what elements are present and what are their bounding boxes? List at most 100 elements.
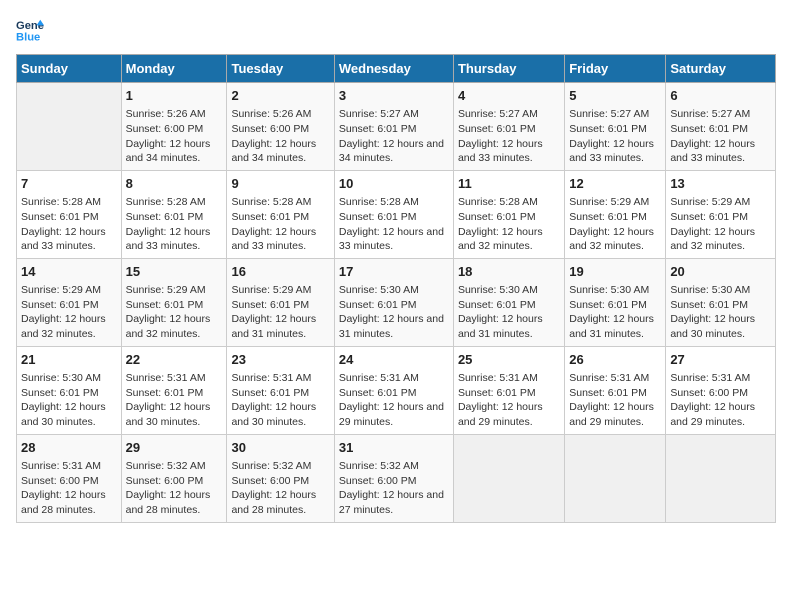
day-number: 21 bbox=[21, 351, 117, 369]
calendar-cell: 27 Sunrise: 5:31 AMSunset: 6:00 PMDayligh… bbox=[666, 346, 776, 434]
day-number: 4 bbox=[458, 87, 560, 105]
day-number: 6 bbox=[670, 87, 771, 105]
cell-info: Sunrise: 5:29 AMSunset: 6:01 PMDaylight:… bbox=[569, 195, 661, 254]
cell-info: Sunrise: 5:30 AMSunset: 6:01 PMDaylight:… bbox=[458, 283, 560, 342]
calendar-cell: 1 Sunrise: 5:26 AMSunset: 6:00 PMDaylight… bbox=[121, 83, 227, 171]
header-row: SundayMondayTuesdayWednesdayThursdayFrid… bbox=[17, 55, 776, 83]
day-number: 12 bbox=[569, 175, 661, 193]
cell-info: Sunrise: 5:30 AMSunset: 6:01 PMDaylight:… bbox=[569, 283, 661, 342]
calendar-cell: 24 Sunrise: 5:31 AMSunset: 6:01 PMDayligh… bbox=[334, 346, 453, 434]
day-number: 22 bbox=[126, 351, 223, 369]
cell-info: Sunrise: 5:31 AMSunset: 6:01 PMDaylight:… bbox=[339, 371, 449, 430]
logo-icon: General Blue bbox=[16, 16, 44, 44]
calendar-cell: 19 Sunrise: 5:30 AMSunset: 6:01 PMDayligh… bbox=[565, 258, 666, 346]
day-number: 18 bbox=[458, 263, 560, 281]
cell-info: Sunrise: 5:29 AMSunset: 6:01 PMDaylight:… bbox=[21, 283, 117, 342]
calendar-cell: 11 Sunrise: 5:28 AMSunset: 6:01 PMDayligh… bbox=[453, 170, 564, 258]
cell-info: Sunrise: 5:31 AMSunset: 6:01 PMDaylight:… bbox=[569, 371, 661, 430]
cell-info: Sunrise: 5:28 AMSunset: 6:01 PMDaylight:… bbox=[458, 195, 560, 254]
week-row-3: 14Sunrise: 5:29 AMSunset: 6:01 PMDayligh… bbox=[17, 258, 776, 346]
cell-info: Sunrise: 5:32 AMSunset: 6:00 PMDaylight:… bbox=[231, 459, 329, 518]
cell-info: Sunrise: 5:31 AMSunset: 6:01 PMDaylight:… bbox=[231, 371, 329, 430]
cell-info: Sunrise: 5:28 AMSunset: 6:01 PMDaylight:… bbox=[21, 195, 117, 254]
calendar-cell: 5 Sunrise: 5:27 AMSunset: 6:01 PMDaylight… bbox=[565, 83, 666, 171]
calendar-cell: 13Sunrise: 5:29 AMSunset: 6:01 PMDayligh… bbox=[666, 170, 776, 258]
day-number: 2 bbox=[231, 87, 329, 105]
day-number: 1 bbox=[126, 87, 223, 105]
day-number: 27 bbox=[670, 351, 771, 369]
calendar-cell: 14Sunrise: 5:29 AMSunset: 6:01 PMDayligh… bbox=[17, 258, 122, 346]
col-header-sunday: Sunday bbox=[17, 55, 122, 83]
day-number: 3 bbox=[339, 87, 449, 105]
calendar-cell bbox=[17, 83, 122, 171]
day-number: 7 bbox=[21, 175, 117, 193]
cell-info: Sunrise: 5:31 AMSunset: 6:01 PMDaylight:… bbox=[126, 371, 223, 430]
cell-info: Sunrise: 5:29 AMSunset: 6:01 PMDaylight:… bbox=[670, 195, 771, 254]
cell-info: Sunrise: 5:31 AMSunset: 6:00 PMDaylight:… bbox=[670, 371, 771, 430]
day-number: 16 bbox=[231, 263, 329, 281]
calendar-cell: 2Sunrise: 5:26 AMSunset: 6:00 PMDaylight… bbox=[227, 83, 334, 171]
calendar-table: SundayMondayTuesdayWednesdayThursdayFrid… bbox=[16, 54, 776, 523]
calendar-cell: 30 Sunrise: 5:32 AMSunset: 6:00 PMDayligh… bbox=[227, 434, 334, 522]
cell-info: Sunrise: 5:30 AMSunset: 6:01 PMDaylight:… bbox=[21, 371, 117, 430]
week-row-2: 7 Sunrise: 5:28 AMSunset: 6:01 PMDaylight… bbox=[17, 170, 776, 258]
day-number: 31 bbox=[339, 439, 449, 457]
logo: General Blue bbox=[16, 16, 48, 44]
cell-info: Sunrise: 5:27 AMSunset: 6:01 PMDaylight:… bbox=[339, 107, 449, 166]
calendar-cell: 3 Sunrise: 5:27 AMSunset: 6:01 PMDaylight… bbox=[334, 83, 453, 171]
cell-info: Sunrise: 5:27 AMSunset: 6:01 PMDaylight:… bbox=[670, 107, 771, 166]
col-header-thursday: Thursday bbox=[453, 55, 564, 83]
calendar-cell: 22 Sunrise: 5:31 AMSunset: 6:01 PMDayligh… bbox=[121, 346, 227, 434]
day-number: 28 bbox=[21, 439, 117, 457]
calendar-cell bbox=[666, 434, 776, 522]
col-header-wednesday: Wednesday bbox=[334, 55, 453, 83]
cell-info: Sunrise: 5:28 AMSunset: 6:01 PMDaylight:… bbox=[231, 195, 329, 254]
cell-info: Sunrise: 5:29 AMSunset: 6:01 PMDaylight:… bbox=[126, 283, 223, 342]
cell-info: Sunrise: 5:31 AMSunset: 6:00 PMDaylight:… bbox=[21, 459, 117, 518]
calendar-cell bbox=[565, 434, 666, 522]
cell-info: Sunrise: 5:31 AMSunset: 6:01 PMDaylight:… bbox=[458, 371, 560, 430]
cell-info: Sunrise: 5:29 AMSunset: 6:01 PMDaylight:… bbox=[231, 283, 329, 342]
day-number: 20 bbox=[670, 263, 771, 281]
cell-info: Sunrise: 5:28 AMSunset: 6:01 PMDaylight:… bbox=[339, 195, 449, 254]
cell-info: Sunrise: 5:27 AMSunset: 6:01 PMDaylight:… bbox=[569, 107, 661, 166]
cell-info: Sunrise: 5:30 AMSunset: 6:01 PMDaylight:… bbox=[339, 283, 449, 342]
cell-info: Sunrise: 5:32 AMSunset: 6:00 PMDaylight:… bbox=[126, 459, 223, 518]
calendar-cell: 4 Sunrise: 5:27 AMSunset: 6:01 PMDaylight… bbox=[453, 83, 564, 171]
day-number: 15 bbox=[126, 263, 223, 281]
week-row-1: 1 Sunrise: 5:26 AMSunset: 6:00 PMDaylight… bbox=[17, 83, 776, 171]
svg-text:Blue: Blue bbox=[16, 31, 40, 43]
day-number: 10 bbox=[339, 175, 449, 193]
calendar-cell: 26Sunrise: 5:31 AMSunset: 6:01 PMDayligh… bbox=[565, 346, 666, 434]
calendar-cell: 6 Sunrise: 5:27 AMSunset: 6:01 PMDaylight… bbox=[666, 83, 776, 171]
day-number: 23 bbox=[231, 351, 329, 369]
day-number: 30 bbox=[231, 439, 329, 457]
col-header-tuesday: Tuesday bbox=[227, 55, 334, 83]
day-number: 9 bbox=[231, 175, 329, 193]
header: General Blue bbox=[16, 16, 776, 44]
calendar-cell: 25 Sunrise: 5:31 AMSunset: 6:01 PMDayligh… bbox=[453, 346, 564, 434]
calendar-cell: 18 Sunrise: 5:30 AMSunset: 6:01 PMDayligh… bbox=[453, 258, 564, 346]
cell-info: Sunrise: 5:30 AMSunset: 6:01 PMDaylight:… bbox=[670, 283, 771, 342]
day-number: 11 bbox=[458, 175, 560, 193]
calendar-cell: 10 Sunrise: 5:28 AMSunset: 6:01 PMDayligh… bbox=[334, 170, 453, 258]
week-row-5: 28 Sunrise: 5:31 AMSunset: 6:00 PMDayligh… bbox=[17, 434, 776, 522]
day-number: 5 bbox=[569, 87, 661, 105]
day-number: 25 bbox=[458, 351, 560, 369]
calendar-cell bbox=[453, 434, 564, 522]
day-number: 24 bbox=[339, 351, 449, 369]
calendar-cell: 28 Sunrise: 5:31 AMSunset: 6:00 PMDayligh… bbox=[17, 434, 122, 522]
calendar-cell: 23 Sunrise: 5:31 AMSunset: 6:01 PMDayligh… bbox=[227, 346, 334, 434]
calendar-cell: 17 Sunrise: 5:30 AMSunset: 6:01 PMDayligh… bbox=[334, 258, 453, 346]
calendar-cell: 12 Sunrise: 5:29 AMSunset: 6:01 PMDayligh… bbox=[565, 170, 666, 258]
calendar-cell: 7 Sunrise: 5:28 AMSunset: 6:01 PMDaylight… bbox=[17, 170, 122, 258]
calendar-cell: 29 Sunrise: 5:32 AMSunset: 6:00 PMDayligh… bbox=[121, 434, 227, 522]
day-number: 17 bbox=[339, 263, 449, 281]
calendar-cell: 31Sunrise: 5:32 AMSunset: 6:00 PMDayligh… bbox=[334, 434, 453, 522]
col-header-monday: Monday bbox=[121, 55, 227, 83]
cell-info: Sunrise: 5:26 AMSunset: 6:00 PMDaylight:… bbox=[126, 107, 223, 166]
day-number: 19 bbox=[569, 263, 661, 281]
cell-info: Sunrise: 5:27 AMSunset: 6:01 PMDaylight:… bbox=[458, 107, 560, 166]
calendar-cell: 16 Sunrise: 5:29 AMSunset: 6:01 PMDayligh… bbox=[227, 258, 334, 346]
day-number: 29 bbox=[126, 439, 223, 457]
